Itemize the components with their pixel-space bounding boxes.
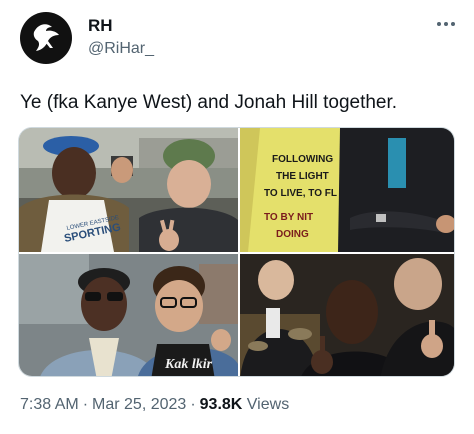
photo-2-shirt-line-5: DOING: [276, 229, 309, 240]
photo-2[interactable]: FOLLOWING THE LIGHT TO LIVE, TO FL TO BY…: [240, 128, 454, 252]
photo-3-image: Kak lkir: [19, 254, 238, 376]
photo-1-image: LOWER EASTSIDE SPORTING: [19, 128, 238, 252]
photo-4-image: [240, 254, 454, 376]
tweet-metadata: 7:38 AM · Mar 25, 2023 · 93.8K Views: [20, 396, 289, 414]
photo-1[interactable]: LOWER EASTSIDE SPORTING: [19, 128, 238, 252]
more-horizontal-icon: [437, 22, 455, 26]
meta-separator: ·: [82, 396, 89, 413]
tweet: RH @RiHar_ Ye (fka Kanye West) and Jonah…: [0, 0, 474, 434]
author-name[interactable]: RH: [88, 16, 113, 36]
photo-2-shirt-line-4: TO BY NIT: [264, 212, 313, 223]
author-handle[interactable]: @RiHar_: [88, 40, 154, 58]
media-grid: LOWER EASTSIDE SPORTING FOLLOWING THE LI…: [18, 127, 455, 377]
meta-separator: ·: [190, 396, 196, 413]
photo-3[interactable]: Kak lkir: [19, 254, 238, 376]
more-options-button[interactable]: [432, 14, 460, 34]
views-count: 93.8K: [199, 396, 243, 413]
tweet-time[interactable]: 7:38 AM: [20, 396, 79, 413]
photo-2-shirt-line-3: TO LIVE, TO FL: [264, 188, 337, 199]
avatar[interactable]: [20, 12, 72, 64]
views-label: Views: [246, 396, 290, 413]
photo-2-shirt-line-1: FOLLOWING: [272, 154, 333, 165]
tweet-text: Ye (fka Kanye West) and Jonah Hill toget…: [20, 92, 398, 113]
tweet-date[interactable]: Mar 25, 2023: [92, 396, 186, 413]
dove-logo-icon: [33, 24, 59, 51]
photo-4[interactable]: [240, 254, 454, 376]
photo-2-shirt-line-2: THE LIGHT: [276, 171, 329, 182]
photo-3-shirt-text: Kak lkir: [164, 357, 213, 372]
photo-2-image: FOLLOWING THE LIGHT TO LIVE, TO FL TO BY…: [240, 128, 454, 252]
